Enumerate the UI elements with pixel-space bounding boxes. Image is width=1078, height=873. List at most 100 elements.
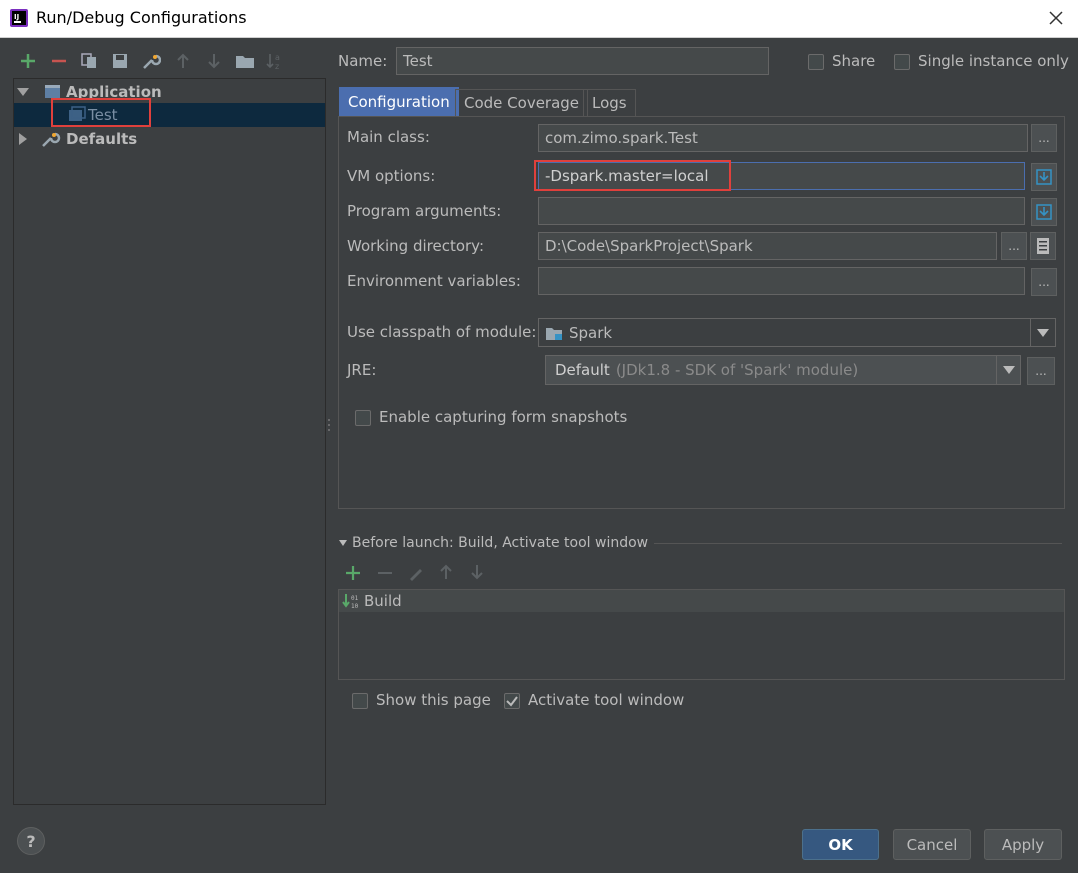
ok-button[interactable]: OK — [802, 829, 879, 860]
activate-tool-window-label: Activate tool window — [528, 691, 685, 709]
jre-select[interactable]: Default (JDk1.8 - SDK of 'Spark' module) — [545, 355, 1021, 385]
snapshots-label: Enable capturing form snapshots — [379, 408, 628, 426]
apply-button[interactable]: Apply — [984, 829, 1062, 860]
cancel-button[interactable]: Cancel — [893, 829, 971, 860]
remove-config-button[interactable] — [48, 50, 70, 72]
tab-configuration[interactable]: Configuration — [339, 87, 459, 116]
remove-task-button[interactable] — [375, 563, 395, 583]
name-input[interactable]: Test — [396, 47, 769, 75]
task-label: Build — [364, 592, 402, 610]
macro-icon — [1037, 238, 1049, 254]
copy-icon — [81, 53, 96, 68]
classpath-module-select[interactable]: Spark — [538, 318, 1056, 347]
build-icon: 0110 — [342, 594, 359, 610]
tab-logs[interactable]: Logs — [583, 89, 636, 116]
before-launch-title: Before launch: Build, Activate tool wind… — [352, 535, 649, 551]
tree-item-defaults[interactable]: Defaults — [14, 127, 324, 151]
checkmark-icon — [506, 696, 518, 707]
single-instance-checkbox[interactable] — [894, 54, 910, 70]
sort-alpha-icon: az — [266, 53, 280, 71]
separator — [654, 542, 1062, 544]
edit-defaults-button[interactable] — [140, 50, 162, 72]
environment-variables-input[interactable] — [538, 267, 1025, 295]
jre-detail: (JDk1.8 - SDK of 'Spark' module) — [615, 361, 859, 379]
list-item[interactable]: 01 10 Build — [339, 590, 1064, 612]
browse-jre-button[interactable]: ... — [1027, 357, 1055, 385]
program-arguments-input[interactable] — [538, 197, 1025, 225]
environment-variables-label: Environment variables: — [347, 272, 521, 290]
move-task-up-button[interactable] — [438, 563, 458, 583]
classpath-module-value: Spark — [569, 323, 613, 342]
highlight-box — [534, 160, 731, 191]
tree-item-label: Defaults — [66, 130, 138, 148]
working-directory-input[interactable]: D:\Code\SparkProject\Spark — [538, 232, 997, 260]
jre-dropdown-arrow[interactable] — [996, 356, 1020, 384]
expand-right-icon — [19, 133, 27, 145]
add-task-button[interactable] — [343, 563, 363, 583]
minus-icon — [378, 572, 392, 574]
insert-macro-button[interactable] — [1030, 232, 1056, 260]
splitter-handle[interactable] — [327, 417, 331, 435]
help-button[interactable]: ? — [17, 827, 45, 855]
create-folder-button[interactable] — [234, 50, 256, 72]
pencil-icon — [410, 569, 422, 581]
title-bar: IJ Run/Debug Configurations — [0, 0, 1078, 38]
plus-icon — [21, 54, 35, 68]
arrow-down-icon — [471, 565, 483, 580]
jre-label: JRE: — [347, 361, 377, 379]
share-label: Share — [832, 52, 876, 70]
save-config-button[interactable] — [109, 50, 131, 72]
before-launch-list: 01 10 Build — [338, 589, 1065, 680]
close-button[interactable] — [1044, 6, 1068, 30]
add-config-button[interactable] — [17, 50, 39, 72]
browse-main-class-button[interactable]: ... — [1031, 124, 1057, 152]
highlight-box — [51, 98, 151, 127]
name-label: Name: — [338, 52, 388, 70]
browse-environment-variables-button[interactable]: ... — [1031, 268, 1057, 296]
svg-text:10: 10 — [351, 603, 359, 610]
config-tree-panel — [13, 78, 326, 805]
program-arguments-label: Program arguments: — [347, 202, 502, 220]
arrow-up-icon — [177, 53, 189, 68]
copy-config-button[interactable] — [78, 50, 100, 72]
before-launch-header[interactable]: Before launch: Build, Activate tool wind… — [339, 534, 1062, 552]
expand-vm-options-button[interactable] — [1031, 163, 1057, 191]
move-task-down-button[interactable] — [469, 563, 489, 583]
svg-text:01: 01 — [351, 595, 359, 602]
expand-program-arguments-button[interactable] — [1031, 198, 1057, 226]
expand-down-icon — [17, 88, 29, 96]
main-class-input[interactable]: com.zimo.spark.Test — [538, 124, 1028, 152]
expand-field-icon — [1036, 169, 1052, 185]
edit-task-button[interactable] — [406, 563, 426, 583]
snapshots-checkbox[interactable] — [355, 410, 371, 426]
wrench-icon — [42, 132, 61, 147]
wrench-icon — [143, 54, 161, 69]
activate-tool-window-checkbox[interactable] — [504, 693, 520, 709]
chevron-down-icon — [1037, 328, 1049, 337]
tab-code-coverage[interactable]: Code Coverage — [455, 89, 589, 116]
svg-text:z: z — [275, 62, 279, 71]
jre-value: Default — [555, 361, 610, 379]
classpath-dropdown-arrow[interactable] — [1030, 319, 1055, 346]
move-up-button[interactable] — [172, 50, 194, 72]
collapse-down-icon — [339, 540, 347, 546]
module-folder-icon — [546, 327, 562, 340]
show-page-checkbox[interactable] — [352, 693, 368, 709]
browse-working-directory-button[interactable]: ... — [1001, 232, 1027, 260]
share-checkbox[interactable] — [808, 54, 824, 70]
classpath-module-label: Use classpath of module: — [347, 323, 537, 341]
tree-item-test[interactable]: Test — [14, 98, 325, 127]
main-class-label: Main class: — [347, 128, 430, 146]
working-directory-label: Working directory: — [347, 237, 485, 255]
move-down-button[interactable] — [203, 50, 225, 72]
window-title: Run/Debug Configurations — [36, 8, 247, 27]
folder-icon — [236, 56, 254, 68]
intellij-app-icon: IJ — [10, 9, 28, 27]
svg-text:IJ: IJ — [14, 13, 19, 21]
svg-text:a: a — [275, 53, 280, 62]
sort-button[interactable]: az — [264, 50, 286, 72]
chevron-down-icon — [1002, 366, 1015, 374]
show-page-label: Show this page — [376, 691, 491, 709]
close-icon — [1049, 11, 1063, 25]
vm-options-label: VM options: — [347, 167, 436, 185]
